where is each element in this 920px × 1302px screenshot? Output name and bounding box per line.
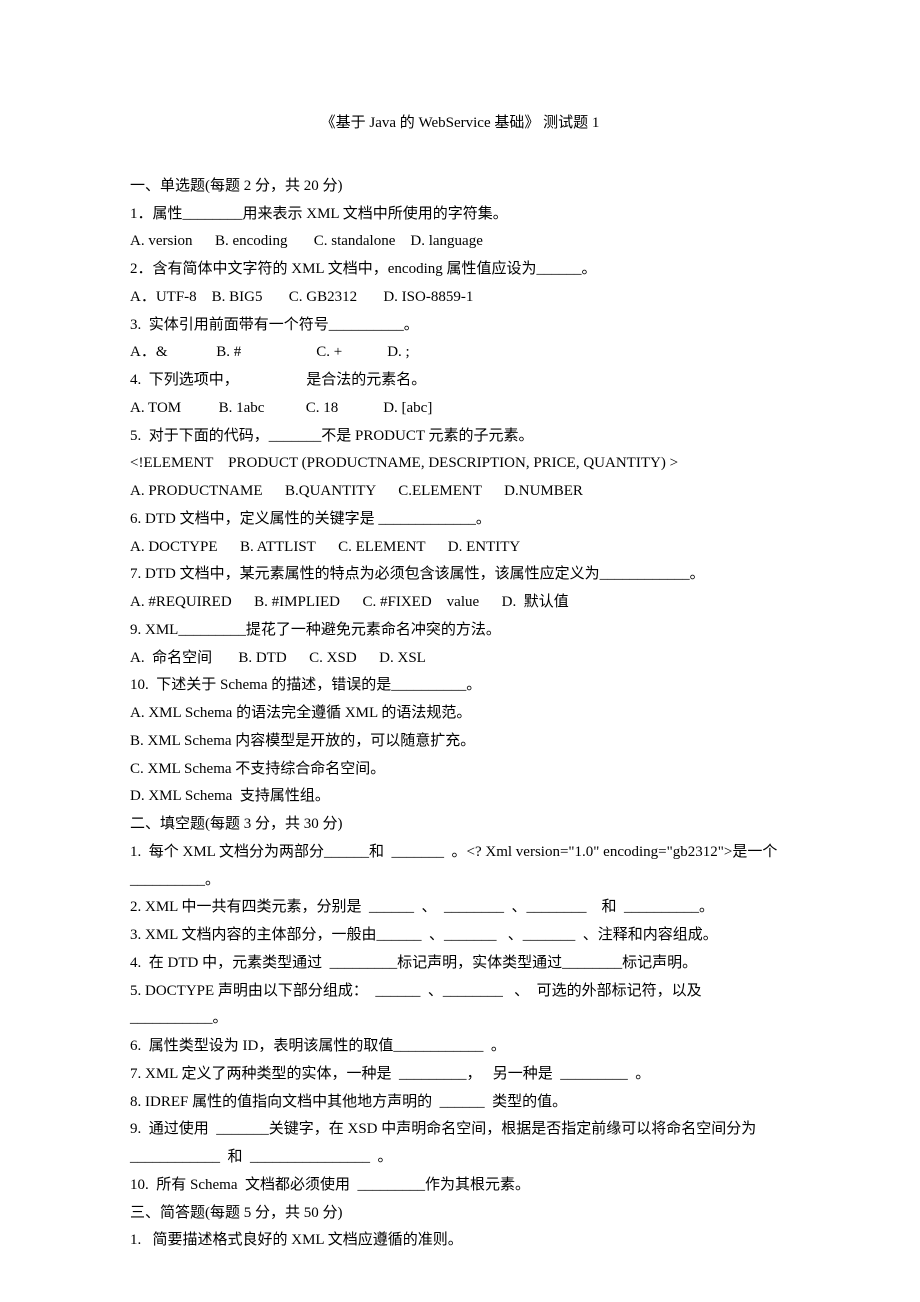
- fill-4: 4. 在 DTD 中，元素类型通过 _________标记声明，实体类型通过__…: [130, 950, 790, 978]
- question-1: 1．属性________用来表示 XML 文档中所使用的字符集。: [130, 201, 790, 229]
- question-7-options: A. #REQUIRED B. #IMPLIED C. #FIXED value…: [130, 589, 790, 617]
- section-1-header: 一、单选题(每题 2 分，共 20 分): [130, 173, 790, 201]
- question-5-options: A. PRODUCTNAME B.QUANTITY C.ELEMENT D.NU…: [130, 478, 790, 506]
- question-4: 4. 下列选项中， 是合法的元素名。: [130, 367, 790, 395]
- question-2: 2．含有简体中文字符的 XML 文档中，encoding 属性值应设为_____…: [130, 256, 790, 284]
- fill-7: 7. XML 定义了两种类型的实体，一种是 _________， 另一种是 __…: [130, 1061, 790, 1089]
- question-3: 3. 实体引用前面带有一个符号__________。: [130, 312, 790, 340]
- short-answer-1: 1. 简要描述格式良好的 XML 文档应遵循的准则。: [130, 1227, 790, 1255]
- question-9: 9. XML_________提花了一种避免元素命名冲突的方法。: [130, 617, 790, 645]
- fill-8: 8. IDREF 属性的值指向文档中其他地方声明的 ______ 类型的值。: [130, 1089, 790, 1117]
- question-6: 6. DTD 文档中，定义属性的关键字是 _____________。: [130, 506, 790, 534]
- question-10-option-d: D. XML Schema 支持属性组。: [130, 783, 790, 811]
- section-3-header: 三、简答题(每题 5 分，共 50 分): [130, 1200, 790, 1228]
- question-10: 10. 下述关于 Schema 的描述，错误的是__________。: [130, 672, 790, 700]
- question-10-option-b: B. XML Schema 内容模型是开放的，可以随意扩充。: [130, 728, 790, 756]
- question-6-options: A. DOCTYPE B. ATTLIST C. ELEMENT D. ENTI…: [130, 534, 790, 562]
- fill-10: 10. 所有 Schema 文档都必须使用 _________作为其根元素。: [130, 1172, 790, 1200]
- fill-1: 1. 每个 XML 文档分为两部分______和 _______ 。<? Xml…: [130, 839, 790, 895]
- document-title: 《基于 Java 的 WebService 基础》 测试题 1: [130, 110, 790, 138]
- document-body: 一、单选题(每题 2 分，共 20 分) 1．属性________用来表示 XM…: [130, 173, 790, 1255]
- question-5-code: <!ELEMENT PRODUCT (PRODUCTNAME, DESCRIPT…: [130, 450, 790, 478]
- question-4-options: A. TOM B. 1abc C. 18 D. [abc]: [130, 395, 790, 423]
- question-3-options: A．& B. # C. + D. ;: [130, 339, 790, 367]
- question-7: 7. DTD 文档中，某元素属性的特点为必须包含该属性，该属性应定义为_____…: [130, 561, 790, 589]
- question-2-options: A．UTF-8 B. BIG5 C. GB2312 D. ISO-8859-1: [130, 284, 790, 312]
- fill-2: 2. XML 中一共有四类元素，分别是 ______ 、 ________ 、_…: [130, 894, 790, 922]
- question-9-options: A. 命名空间 B. DTD C. XSD D. XSL: [130, 645, 790, 673]
- fill-9: 9. 通过使用 _______关键字，在 XSD 中声明命名空间，根据是否指定前…: [130, 1116, 790, 1172]
- question-1-options: A. version B. encoding C. standalone D. …: [130, 228, 790, 256]
- section-2-header: 二、填空题(每题 3 分，共 30 分): [130, 811, 790, 839]
- question-10-option-c: C. XML Schema 不支持综合命名空间。: [130, 756, 790, 784]
- fill-6: 6. 属性类型设为 ID，表明该属性的取值____________ 。: [130, 1033, 790, 1061]
- fill-5: 5. DOCTYPE 声明由以下部分组成： ______ 、________ 、…: [130, 978, 790, 1034]
- question-10-option-a: A. XML Schema 的语法完全遵循 XML 的语法规范。: [130, 700, 790, 728]
- fill-3: 3. XML 文档内容的主体部分，一般由______ 、_______ 、___…: [130, 922, 790, 950]
- question-5: 5. 对于下面的代码，_______不是 PRODUCT 元素的子元素。: [130, 423, 790, 451]
